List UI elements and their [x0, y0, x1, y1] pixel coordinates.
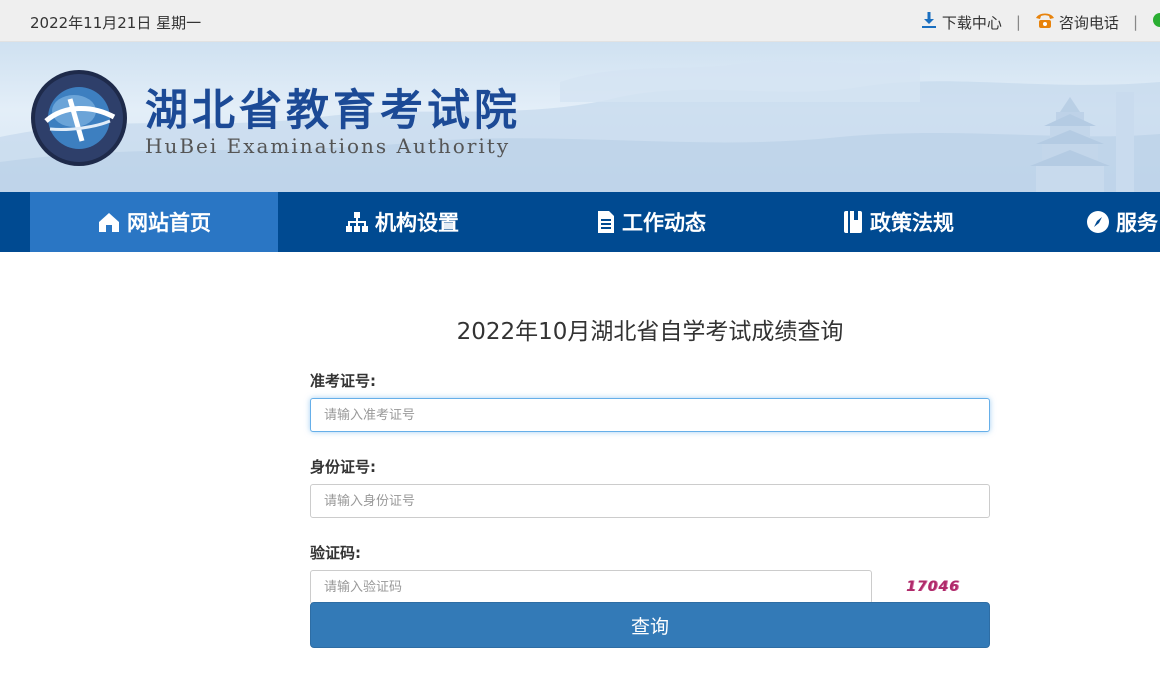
id-number-input[interactable] [310, 484, 990, 518]
wechat-icon [1152, 11, 1160, 33]
captcha-label: 验证码: [310, 544, 361, 562]
nav-label: 工作动态 [622, 211, 706, 235]
score-query-form: 准考证号: 身份证号: 验证码: 17046 [310, 370, 990, 628]
document-icon [598, 211, 614, 233]
compass-icon [1087, 211, 1109, 233]
consult-phone-label: 咨询电话 [1058, 13, 1119, 32]
link-separator: | [1132, 13, 1138, 31]
nav-item-organization[interactable]: 机构设置 [278, 192, 526, 252]
download-icon [920, 11, 938, 33]
form-title: 2022年10月湖北省自学考试成绩查询 [456, 319, 844, 345]
nav-item-home[interactable]: 网站首页 [30, 192, 278, 252]
phone-icon [1035, 11, 1055, 33]
wechat-link[interactable] [1152, 11, 1160, 33]
nav-label: 政策法规 [870, 211, 954, 235]
captcha-image[interactable]: 17046 [902, 574, 964, 600]
header-banner: 湖北省教育考试院 HuBei Examinations Authority [0, 42, 1160, 192]
current-date: 2022年11月21日 星期一 [30, 14, 202, 32]
exam-number-input[interactable] [310, 398, 990, 432]
download-center-label: 下载中心 [941, 13, 1002, 32]
nav-label: 网站首页 [127, 211, 211, 235]
nav-item-policy[interactable]: 政策法规 [774, 192, 1022, 252]
captcha-input[interactable] [310, 570, 872, 604]
hbea-logo[interactable] [30, 69, 128, 167]
query-button[interactable]: 查询 [310, 602, 990, 648]
id-number-label: 身份证号: [310, 458, 376, 476]
nav-item-service[interactable]: 服务 [1022, 192, 1160, 252]
nav-label: 机构设置 [375, 211, 459, 235]
home-icon [99, 213, 119, 232]
site-subtitle: HuBei Examinations Authority [145, 134, 511, 158]
exam-number-label: 准考证号: [310, 372, 376, 390]
pagoda-illustration [1030, 92, 1134, 192]
nav-item-news[interactable]: 工作动态 [526, 192, 774, 252]
main-nav: 网站首页 机构设置 工作动态 政策法规 服务 [0, 192, 1160, 252]
captcha-group: 验证码: 17046 [310, 542, 990, 604]
utility-links: 下载中心 | 咨询电话 | [920, 11, 1160, 33]
org-chart-icon [346, 212, 368, 232]
exam-number-group: 准考证号: [310, 370, 990, 432]
site-title: 湖北省教育考试院 [145, 86, 521, 136]
top-utility-bar: 2022年11月21日 星期一 下载中心 | 咨询电话 | [0, 0, 1160, 42]
nav-label: 服务 [1116, 211, 1158, 235]
consult-phone-link[interactable]: 咨询电话 [1035, 11, 1119, 33]
book-icon [844, 211, 862, 233]
id-number-group: 身份证号: [310, 456, 990, 518]
link-separator: | [1015, 13, 1021, 31]
captcha-row: 17046 [310, 570, 990, 604]
download-center-link[interactable]: 下载中心 [920, 11, 1002, 33]
